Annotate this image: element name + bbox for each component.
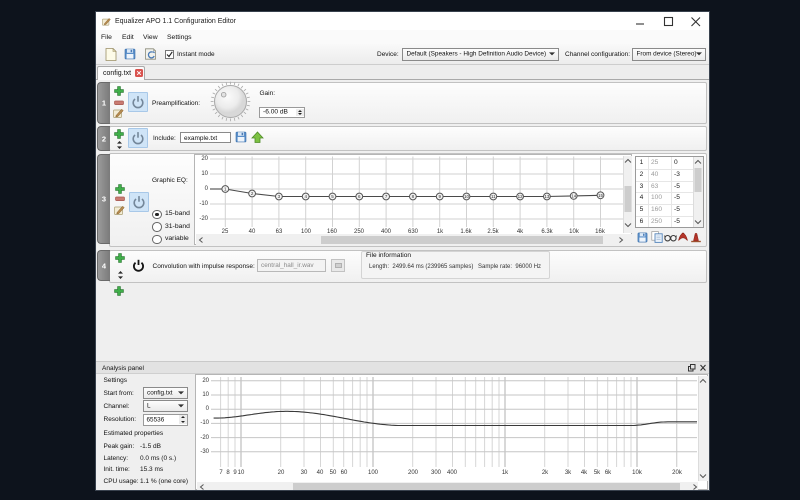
svg-text:13: 13 (544, 194, 550, 199)
svg-text:10: 10 (464, 194, 470, 199)
svg-text:14: 14 (571, 194, 577, 199)
svg-text:11: 11 (491, 194, 496, 199)
svg-text:12: 12 (518, 194, 524, 199)
svg-text:15: 15 (598, 193, 604, 198)
